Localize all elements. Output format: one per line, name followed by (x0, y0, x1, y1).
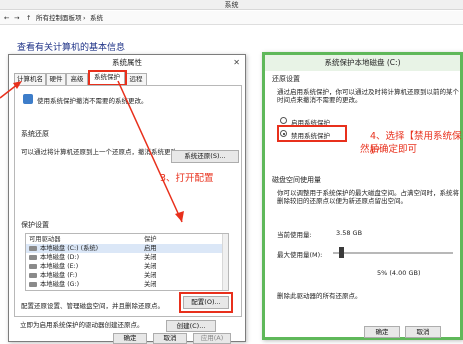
annotation-disable-highlight (277, 125, 347, 142)
cancel-button[interactable]: 取消 (405, 326, 441, 338)
annotation-step3: 3、打开配置 (160, 173, 214, 184)
usage-description: 你可以调整用于系统保护的最大磁盘空间。占满空间时，系统将删除较旧的还原点以便为新… (277, 189, 459, 205)
max-usage-slider[interactable] (333, 247, 453, 258)
restore-description: 通过启用系统保护，你可以通过及时将计算机还原到以前的某个时间点来撤消不需要的更改… (277, 88, 459, 104)
restore-settings-title: 还原设置 (272, 75, 300, 83)
max-usage-value: 5% (4.00 GB) (377, 269, 421, 277)
arrow-step3-line (117, 80, 183, 223)
ok-button[interactable]: 确定 (364, 326, 400, 338)
current-usage-value: 3.58 GB (336, 229, 363, 237)
enable-radio[interactable] (280, 117, 287, 124)
dialog-title: 系统保护本地磁盘 (C:) (265, 55, 460, 71)
annotation-step4-line2: 然后确定即可 (360, 144, 418, 155)
disk-usage-title: 磁盘空间使用量 (272, 176, 321, 184)
current-usage-label: 当前使用量: (277, 231, 312, 239)
arrow-step3-head (175, 211, 184, 222)
system-protection-dialog: 系统保护本地磁盘 (C:) 还原设置 通过启用系统保护，你可以通过及时将计算机还… (262, 52, 463, 340)
max-usage-label: 最大使用量(M): (277, 251, 323, 259)
delete-text: 删除此驱动器的所有还原点。 (277, 292, 362, 300)
arrow-left-head (13, 81, 22, 89)
slider-thumb[interactable] (338, 247, 344, 258)
